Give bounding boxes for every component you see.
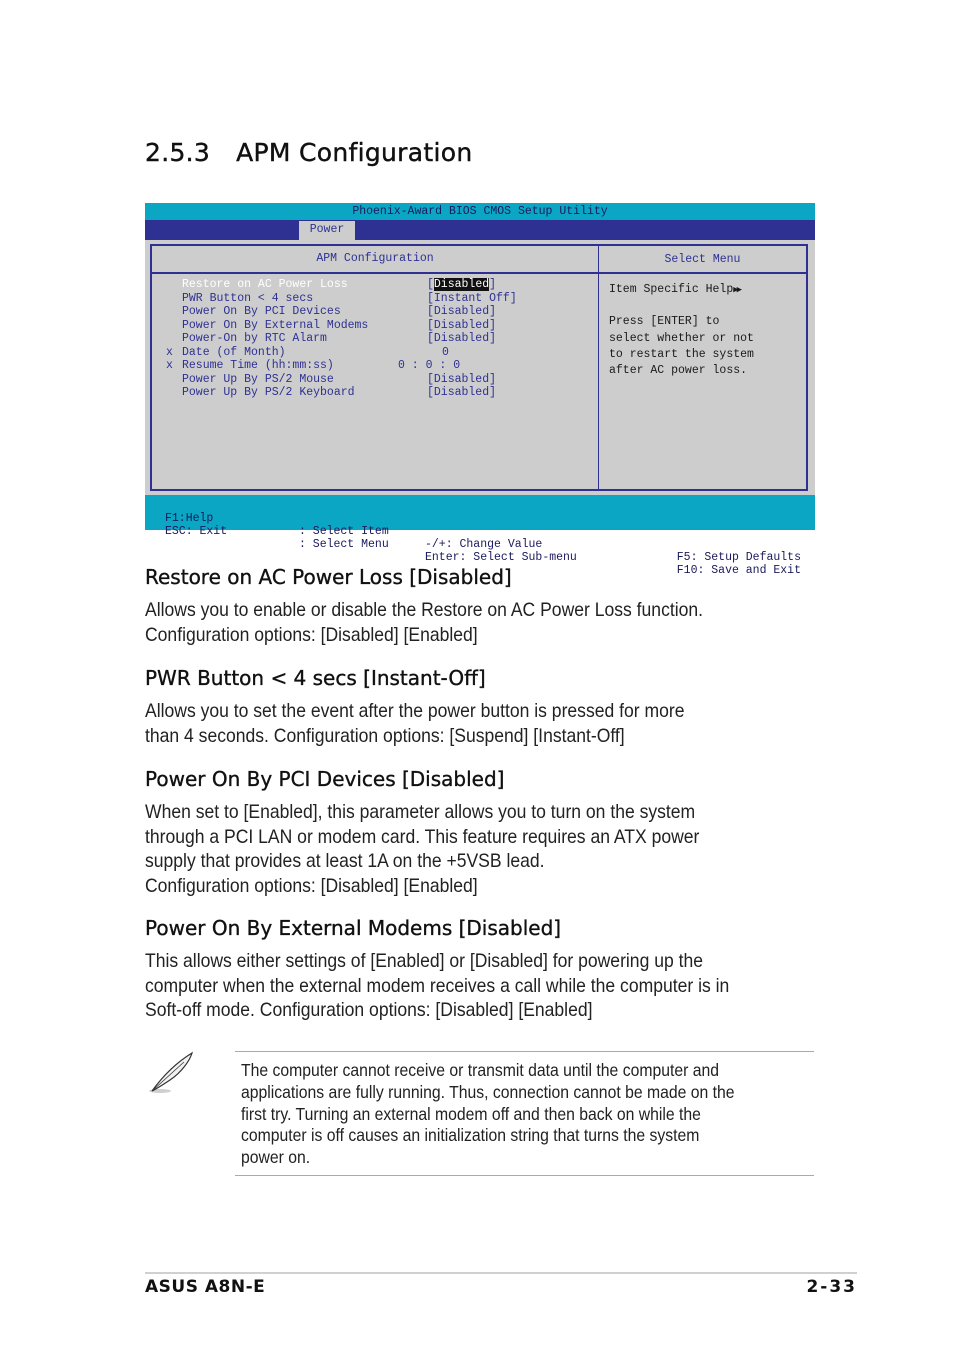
text-line: This allows either settings of [Enabled]… <box>145 950 704 972</box>
text-line: through a PCI LAN or modem card. This fe… <box>145 825 700 848</box>
text-line: Configuration options: [Disabled] [Enabl… <box>145 623 478 646</box>
section-title-text: APM Configuration <box>236 138 473 167</box>
key-select-submenu: Enter: Select Sub-menu <box>425 551 577 564</box>
bios-setting-row[interactable]: x Resume Time (hh:mm:ss) 0 : 0 : 0 <box>152 359 598 373</box>
page-number: 2-33 <box>806 1277 857 1297</box>
help-line: to restart the system <box>609 347 754 361</box>
text-line: When set to [Enabled], this parameter al… <box>145 801 696 823</box>
bios-key-legend: F1:Help : Select Item -/+: Change Value … <box>145 499 815 577</box>
selected-value-highlight[interactable]: Disabled <box>433 278 490 291</box>
paragraph: This allows either settings of [Enabled]… <box>145 949 829 1023</box>
key-select-item: : Select Item <box>299 525 389 538</box>
setting-label: Power-On by RTC Alarm <box>182 332 327 345</box>
text-line: Soft-off mode. Configuration options: [D… <box>145 999 593 1021</box>
bios-setting-row[interactable]: Power Up By PS/2 Mouse [Disabled] <box>152 373 598 387</box>
text-line: Configuration options: [Disabled] [Enabl… <box>145 874 478 897</box>
bios-setting-row[interactable]: Power On By External Modems [Disabled] <box>152 319 598 333</box>
key-change-value: -/+: Change Value <box>425 538 543 551</box>
help-pane-header: Select Menu <box>599 246 806 274</box>
help-pane: Select Menu Item Specific Help▶▶ Press [… <box>599 246 806 489</box>
heading-restore-ac-power-loss: Restore on AC Power Loss [Disabled] <box>145 565 512 589</box>
text-line: The computer cannot receive or transmit … <box>241 1060 720 1080</box>
heading-power-on-pci: Power On By PCI Devices [Disabled] <box>145 767 505 791</box>
key-setup-defaults: F5: Setup Defaults <box>676 551 801 564</box>
settings-pane-header: APM Configuration <box>152 246 598 274</box>
setting-label: Date (of Month) <box>182 345 286 359</box>
text-line: Allows you to enable or disable the Rest… <box>145 599 704 621</box>
text-line: computer is off causes an initialization… <box>241 1125 700 1146</box>
setting-value[interactable]: [Disabled] <box>427 386 496 400</box>
setting-value[interactable]: 0 : 0 : 0 <box>398 359 460 373</box>
key-select-menu: : Select Menu <box>299 538 389 551</box>
note-box: The computer cannot receive or transmit … <box>235 1051 814 1176</box>
key-legend-row: ESC: Exit : Select Menu Enter: Select Su… <box>145 512 815 577</box>
bios-menubar: Power <box>145 220 815 240</box>
paragraph: When set to [Enabled], this parameter al… <box>145 800 829 898</box>
tab-power[interactable]: Power <box>299 221 355 240</box>
bios-setting-row[interactable]: Power-On by RTC Alarm [Disabled] <box>152 332 598 346</box>
key-save-exit: F10: Save and Exit <box>676 564 801 577</box>
bios-body: APM Configuration Restore on AC Power Lo… <box>145 240 815 495</box>
setting-label: PWR Button < 4 secs <box>182 291 314 305</box>
text-line: power on. <box>241 1147 311 1168</box>
feather-pen-icon <box>149 1051 194 1093</box>
setting-label: Power Up By PS/2 Mouse <box>182 372 334 386</box>
bios-screenshot: Phoenix-Award BIOS CMOS Setup Utility Po… <box>145 203 815 577</box>
disabled-marker: x <box>166 345 173 359</box>
key-legend-row: F1:Help : Select Item -/+: Change Value … <box>145 499 815 564</box>
item-help: Item Specific Help▶▶ Press [ENTER] to se… <box>609 282 754 379</box>
heading-power-on-modems: Power On By External Modems [Disabled] <box>145 916 562 940</box>
text-line: computer when the external modem receive… <box>145 974 730 997</box>
help-line: select whether or not <box>609 331 754 345</box>
disabled-marker: x <box>166 359 173 372</box>
setting-value[interactable]: [Disabled] <box>427 319 496 333</box>
note-text: The computer cannot receive or transmit … <box>241 1060 817 1169</box>
setting-value[interactable]: [Instant Off] <box>427 292 517 306</box>
text-line: supply that provides at least 1A on the … <box>145 850 545 872</box>
paragraph: Allows you to set the event after the po… <box>145 699 829 748</box>
setting-value[interactable]: [Disabled] <box>427 305 496 319</box>
help-title: Item Specific Help <box>609 283 734 296</box>
setting-label: Restore on AC Power Loss <box>182 278 348 291</box>
section-number: 2.5.3 <box>145 138 211 167</box>
setting-label: Power Up By PS/2 Keyboard <box>182 386 355 399</box>
footer-divider <box>145 1272 857 1274</box>
text-line: Allows you to set the event after the po… <box>145 700 685 722</box>
double-right-arrow-icon: ▶▶ <box>733 285 742 295</box>
bios-setting-row[interactable]: PWR Button < 4 secs [Instant Off] <box>152 292 598 306</box>
section-title: 2.5.3 APM Configuration <box>145 138 473 167</box>
help-line: after AC power loss. <box>609 364 748 378</box>
setting-value[interactable]: [Disabled] <box>427 373 496 387</box>
paragraph: Allows you to enable or disable the Rest… <box>145 598 829 647</box>
text-line: applications are fully running. Thus, co… <box>241 1081 735 1102</box>
text-line: first try. Turning an external modem off… <box>241 1103 701 1124</box>
settings-pane: APM Configuration Restore on AC Power Lo… <box>152 246 599 489</box>
setting-label: Power On By External Modems <box>182 318 369 332</box>
help-line: Press [ENTER] to <box>609 315 720 329</box>
bios-setting-row[interactable]: x Date (of Month) 0 <box>152 346 598 360</box>
bios-frame: APM Configuration Restore on AC Power Lo… <box>150 244 808 491</box>
bios-setting-row[interactable]: Restore on AC Power Loss [Disabled] <box>152 278 598 292</box>
setting-label: Power On By PCI Devices <box>182 305 341 318</box>
heading-pwr-button: PWR Button < 4 secs [Instant-Off] <box>145 666 486 690</box>
bios-setting-row[interactable]: Power Up By PS/2 Keyboard [Disabled] <box>152 386 598 400</box>
product-name: ASUS A8N-E <box>145 1277 266 1297</box>
setting-value[interactable]: [Disabled] <box>427 278 496 292</box>
key-exit: ESC: Exit <box>165 525 228 538</box>
text-line: than 4 seconds. Configuration options: [… <box>145 724 625 747</box>
setting-value[interactable]: 0 <box>442 346 449 360</box>
setting-value[interactable]: [Disabled] <box>427 332 496 346</box>
settings-list: Restore on AC Power Loss [Disabled] PWR Bu… <box>152 278 598 400</box>
bios-setting-row[interactable]: Power On By PCI Devices [Disabled] <box>152 305 598 319</box>
setting-label: Resume Time (hh:mm:ss) <box>182 359 334 372</box>
bios-title: Phoenix-Award BIOS CMOS Setup Utility <box>352 205 608 218</box>
